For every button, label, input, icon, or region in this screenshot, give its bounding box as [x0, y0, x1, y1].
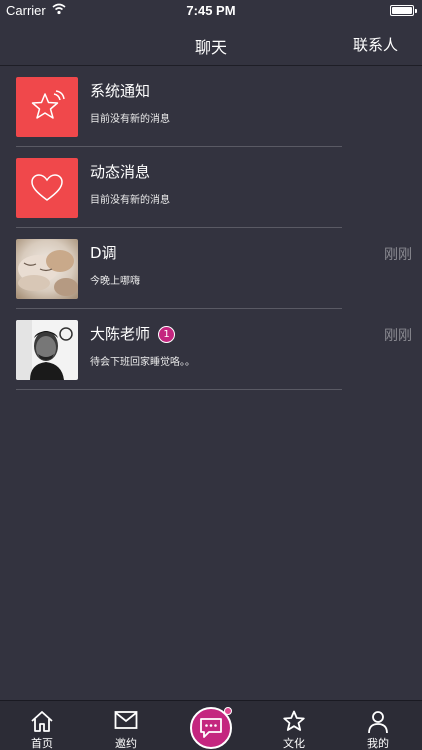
row-divider	[16, 389, 342, 390]
tab-invite[interactable]: 邀约	[96, 701, 156, 750]
conversation-row-teacher-chen[interactable]: 大陈老师 1 待会下班回家睡觉咯。。 刚刚	[0, 309, 422, 390]
unread-badge: 1	[158, 326, 176, 343]
conversation-time: 刚刚	[384, 247, 412, 263]
conversation-list: 系统通知 目前没有新的消息 动态消息 目前没有新的消息 D调 今晚上哪嗨 刚刚 …	[0, 66, 422, 390]
conversation-preview: 目前没有新的消息	[90, 114, 170, 125]
conversation-name: 动态消息	[90, 163, 151, 181]
portrait-photo	[16, 320, 78, 380]
conversation-name: D调	[90, 244, 117, 262]
conversation-preview: 今晚上哪嗨	[90, 276, 140, 287]
tab-label: 首页	[31, 737, 53, 750]
battery-icon	[390, 5, 417, 16]
mail-icon	[114, 711, 138, 729]
person-icon	[368, 711, 388, 734]
chat-icon	[200, 718, 222, 738]
star-icon	[31, 90, 65, 119]
conversation-time: 刚刚	[384, 328, 412, 344]
tab-home[interactable]: 首页	[12, 701, 72, 750]
conversation-row-activity[interactable]: 动态消息 目前没有新的消息	[0, 147, 422, 228]
tab-culture[interactable]: 文化	[264, 701, 324, 750]
home-icon	[31, 711, 53, 732]
notification-dot	[224, 707, 232, 715]
conversation-name: 系统通知	[90, 82, 151, 100]
clock: 7:45 PM	[186, 3, 236, 18]
conversation-row-system[interactable]: 系统通知 目前没有新的消息	[0, 66, 422, 147]
conversation-name-with-badge: 大陈老师 1	[90, 323, 176, 344]
navigation-bar: 聊天 联系人	[0, 22, 422, 66]
conversation-preview: 待会下班回家睡觉咯。。	[90, 357, 195, 368]
tab-label: 邀约	[115, 737, 137, 750]
star-outline-icon	[283, 710, 305, 731]
cat-avatar	[16, 239, 78, 299]
conversation-preview: 目前没有新的消息	[90, 195, 170, 206]
system-notice-avatar	[16, 77, 78, 137]
tab-label: 文化	[283, 737, 305, 750]
tab-profile[interactable]: 我的	[348, 701, 408, 750]
activity-avatar	[16, 158, 78, 218]
contacts-button[interactable]: 联系人	[353, 34, 398, 55]
tab-label: 我的	[367, 737, 389, 750]
heart-icon	[31, 174, 63, 201]
conversation-name: 大陈老师	[90, 325, 151, 343]
status-bar: Carrier 7:45 PM	[0, 0, 422, 22]
tab-bar: 首页 邀约 文化 我的	[0, 700, 422, 750]
portrait-avatar	[16, 320, 78, 380]
cat-photo	[16, 239, 78, 299]
conversation-row-d-diao[interactable]: D调 今晚上哪嗨 刚刚	[0, 228, 422, 309]
